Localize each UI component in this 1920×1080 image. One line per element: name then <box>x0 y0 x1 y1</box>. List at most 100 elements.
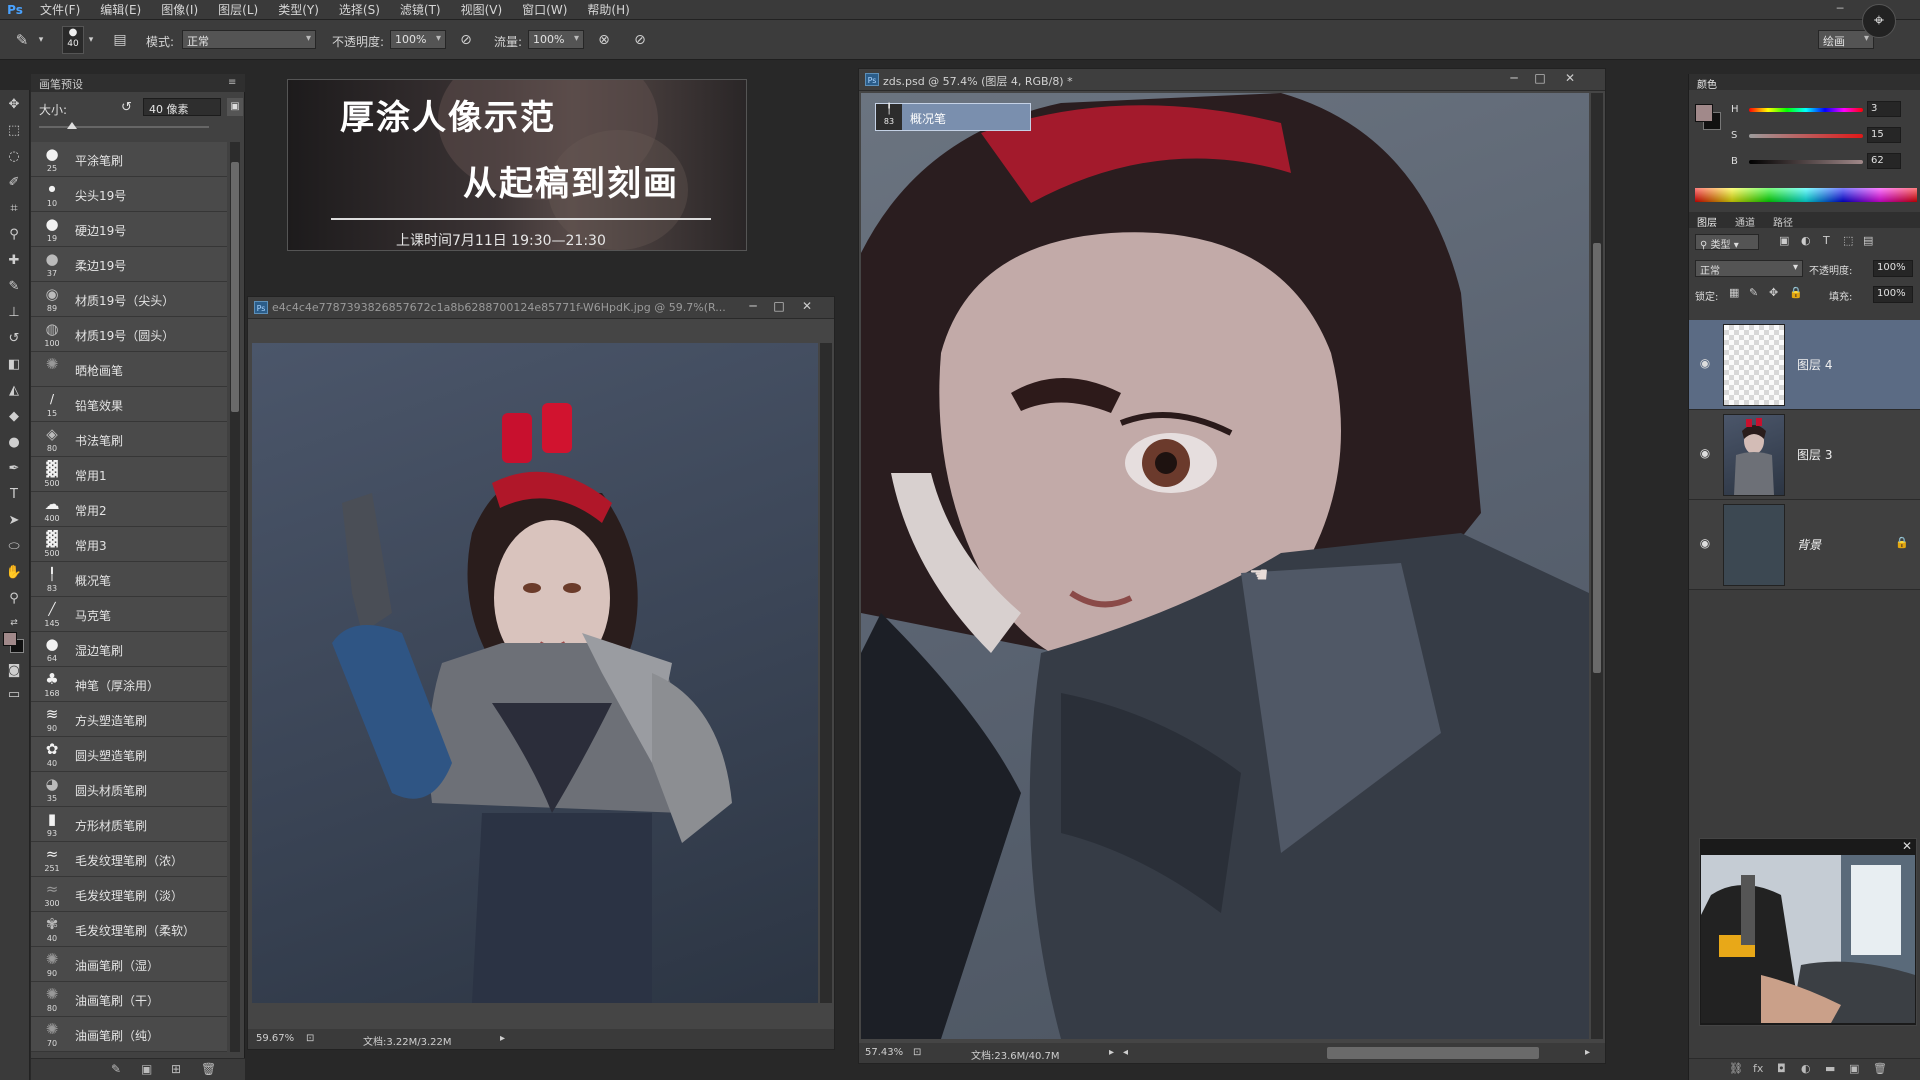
brush-item[interactable]: ✺ 晒枪画笔 <box>31 352 227 387</box>
toggle-brush-panel-icon[interactable]: ✎ <box>111 1062 121 1076</box>
brush-panel-toggle-icon[interactable]: ▤ <box>110 30 130 50</box>
minimize-icon[interactable]: ─ <box>744 299 762 315</box>
dodge-tool-icon[interactable]: ● <box>3 432 25 454</box>
move-tool-icon[interactable]: ✥ <box>3 94 25 116</box>
webcam-close-icon[interactable]: ✕ <box>1902 839 1912 853</box>
reference-vertical-scrollbar[interactable] <box>820 343 832 1003</box>
delete-layer-icon[interactable]: 🗑 <box>1873 1062 1887 1075</box>
link-layers-icon[interactable]: ⛓ <box>1729 1062 1743 1075</box>
new-layer-icon[interactable]: ▣ <box>1849 1062 1859 1075</box>
menu-type[interactable]: 类型(Y) <box>268 1 329 18</box>
brush-item[interactable]: ● 19 硬边19号 <box>31 212 227 247</box>
filter-pixel-icon[interactable]: ▣ <box>1779 234 1789 247</box>
screen-mode-icon[interactable]: ▭ <box>3 684 25 706</box>
new-preset-icon[interactable]: ▣ <box>227 98 243 116</box>
brush-item[interactable]: ◕ 35 圆头材质笔刷 <box>31 772 227 807</box>
reference-canvas[interactable] <box>252 343 818 1003</box>
brush-item[interactable]: ▓ 500 常用3 <box>31 527 227 562</box>
menu-file[interactable]: 文件(F) <box>30 1 90 18</box>
tool-preset-chevron-icon[interactable]: ▾ <box>36 30 46 50</box>
menu-filter[interactable]: 滤镜(T) <box>390 1 451 18</box>
layers-tab[interactable]: 图层 <box>1697 214 1717 229</box>
brush-item[interactable]: ≋ 90 方头塑造笔刷 <box>31 702 227 737</box>
foreground-color-swatch[interactable] <box>3 632 17 646</box>
marquee-tool-icon[interactable]: ⬚ <box>3 120 25 142</box>
saturation-input[interactable]: 15 <box>1867 127 1901 143</box>
brush-list-scroll-thumb[interactable] <box>231 162 239 412</box>
brush-presets-tab[interactable]: 画笔预设 <box>31 74 245 92</box>
menu-select[interactable]: 选择(S) <box>329 1 390 18</box>
brush-item[interactable]: ◈ 80 书法笔刷 <box>31 422 227 457</box>
create-brush-icon[interactable]: ⊞ <box>171 1062 181 1076</box>
menu-layer[interactable]: 图层(L) <box>208 1 268 18</box>
visibility-eye-icon[interactable]: ◉ <box>1697 536 1713 552</box>
brush-preset-picker[interactable]: ● 40 <box>62 26 84 54</box>
brush-tool-icon[interactable]: ✎ <box>12 30 32 50</box>
brush-item[interactable]: ✿ 40 圆头塑造笔刷 <box>31 737 227 772</box>
brush-item[interactable]: ✺ 70 油画笔刷（纯） <box>31 1017 227 1052</box>
brush-item[interactable]: ╱ 145 马克笔 <box>31 597 227 632</box>
visibility-eye-icon[interactable]: ◉ <box>1697 446 1713 462</box>
brush-item[interactable]: ✾ 40 毛发纹理笔刷（柔软） <box>31 912 227 947</box>
scroll-right-icon[interactable]: ▸ <box>1585 1047 1590 1058</box>
color-tab[interactable]: 颜色 <box>1697 76 1717 91</box>
brush-item[interactable]: ● 37 柔边19号 <box>31 247 227 282</box>
visibility-eye-icon[interactable]: ◉ <box>1697 356 1713 372</box>
fill-input[interactable]: 100% <box>1873 286 1913 303</box>
layer-row-layer4[interactable]: ◉ 图层 4 <box>1689 320 1920 410</box>
new-group-icon[interactable]: ▬ <box>1825 1062 1835 1075</box>
airbrush-icon[interactable]: ⊗ <box>594 30 614 50</box>
main-vertical-scrollbar[interactable] <box>1591 93 1603 1039</box>
brush-item[interactable]: ✺ 90 油画笔刷（湿） <box>31 947 227 982</box>
status-info-icon[interactable]: ⊡ <box>913 1047 921 1058</box>
brush-item[interactable]: ◉ 89 材质19号（尖头） <box>31 282 227 317</box>
brush-item[interactable]: ● 25 平涂笔刷 <box>31 142 227 177</box>
flow-dropdown[interactable]: 100% <box>528 30 584 49</box>
layer-row-layer3[interactable]: ◉ 图层 3 <box>1689 410 1920 500</box>
eraser-tool-icon[interactable]: ◧ <box>3 354 25 376</box>
maximize-icon[interactable]: □ <box>1531 71 1549 87</box>
close-icon[interactable]: ✕ <box>1561 71 1579 87</box>
layer-name[interactable]: 图层 4 <box>1797 356 1832 373</box>
main-canvas[interactable]: ╿ 83 概况笔 ☚ <box>861 93 1589 1039</box>
saturation-slider[interactable] <box>1749 134 1863 138</box>
blend-mode-dropdown[interactable]: 正常 ▾ <box>1695 260 1803 277</box>
menu-help[interactable]: 帮助(H) <box>577 1 639 18</box>
pressure-size-icon[interactable]: ⊘ <box>630 30 650 50</box>
brush-preset-chevron-icon[interactable]: ▾ <box>86 30 96 50</box>
hand-tool-icon[interactable]: ✋ <box>3 562 25 584</box>
main-horizontal-scroll-thumb[interactable] <box>1327 1047 1539 1059</box>
brush-item[interactable]: ● 10 尖头19号 <box>31 177 227 212</box>
brush-item[interactable]: ╿ 83 概况笔 <box>31 562 227 597</box>
brush-item[interactable]: ♣ 168 神笔（厚涂用） <box>31 667 227 702</box>
maximize-icon[interactable]: □ <box>770 299 788 315</box>
zoom-tool-icon[interactable]: ⚲ <box>3 588 25 610</box>
close-icon[interactable]: ✕ <box>798 299 816 315</box>
history-brush-tool-icon[interactable]: ↺ <box>3 328 25 350</box>
blur-tool-icon[interactable]: ◆ <box>3 406 25 428</box>
filter-smart-object-icon[interactable]: ▤ <box>1863 234 1873 247</box>
filter-adjustment-icon[interactable]: ◐ <box>1801 234 1811 247</box>
path-select-tool-icon[interactable]: ➤ <box>3 510 25 532</box>
crop-tool-icon[interactable]: ⌗ <box>3 198 25 220</box>
brush-item[interactable]: ◍ 100 材质19号（圆头） <box>31 317 227 352</box>
reference-title-bar[interactable]: Ps e4c4c4e7787393826857672c1a8b628870012… <box>248 297 834 319</box>
brush-item[interactable]: ▮ 93 方形材质笔刷 <box>31 807 227 842</box>
type-tool-icon[interactable]: T <box>3 484 25 506</box>
adjustment-layer-icon[interactable]: ◐ <box>1801 1062 1811 1075</box>
main-vertical-scroll-thumb[interactable] <box>1593 243 1601 673</box>
brush-list-scrollbar[interactable] <box>230 142 240 1052</box>
quick-mask-icon[interactable]: ◙ <box>3 660 25 682</box>
pen-tool-icon[interactable]: ✒ <box>3 458 25 480</box>
layer-name[interactable]: 背景 <box>1797 536 1821 553</box>
ellipse-tool-icon[interactable]: ⬭ <box>3 536 25 558</box>
hue-input[interactable]: 3 <box>1867 101 1901 117</box>
healing-brush-tool-icon[interactable]: ✚ <box>3 250 25 272</box>
lock-transparency-icon[interactable]: ▦ <box>1729 286 1739 299</box>
status-info-icon[interactable]: ⊡ <box>306 1033 314 1044</box>
brush-item[interactable]: ≈300 毛发纹理笔刷（淡） <box>31 877 227 912</box>
delete-brush-icon[interactable]: 🗑 <box>201 1062 216 1076</box>
main-title-bar[interactable]: Ps zds.psd @ 57.4% (图层 4, RGB/8) * ─ □ ✕ <box>859 69 1605 91</box>
channels-tab[interactable]: 通道 <box>1735 214 1755 229</box>
lasso-tool-icon[interactable]: ◌ <box>3 146 25 168</box>
